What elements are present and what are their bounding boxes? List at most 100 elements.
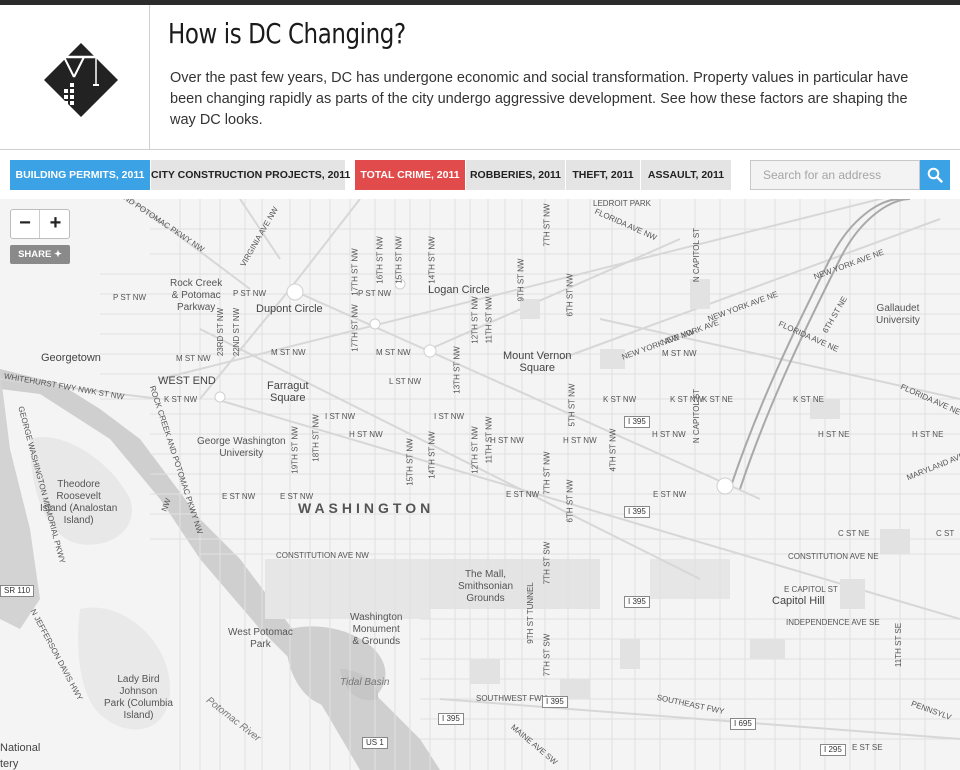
search-button[interactable] <box>920 160 950 190</box>
street-label: 23RD ST NW <box>216 307 226 357</box>
cemetery-label: tery <box>0 758 19 770</box>
gwu-label: George Washington University <box>197 436 286 459</box>
crane-building-logo-icon <box>44 43 118 117</box>
street-label: 11TH ST NW <box>484 296 494 344</box>
street-label: H ST NE <box>912 430 944 439</box>
street-label: E ST SE <box>852 743 883 752</box>
street-label: P ST NW <box>113 293 147 302</box>
street-label: K ST NW <box>603 395 637 404</box>
interstate-shield: I 395 <box>624 596 650 608</box>
west-end-label: WEST END <box>158 375 216 387</box>
street-label: 6TH ST NW <box>565 479 575 523</box>
street-label: P ST NW <box>358 289 392 298</box>
washington-label: WASHINGTON <box>298 500 435 516</box>
street-label: SOUTHWEST FWY <box>476 694 547 703</box>
interstate-shield: I 395 <box>624 506 650 518</box>
layer-tabs: BUILDING PERMITS, 2011 CITY CONSTRUCTION… <box>0 150 960 199</box>
georgetown-label: Georgetown <box>41 352 101 364</box>
street-label: N CAPITOL ST <box>692 388 702 444</box>
dupont-circle-label: Dupont Circle <box>256 303 323 315</box>
street-label: L ST NW <box>389 377 422 386</box>
capitol-hill-label: Capitol Hill <box>772 595 825 607</box>
street-label: P ST NW <box>233 289 267 298</box>
gallaudet-label: Gallaudet University <box>876 303 920 326</box>
street-label: 7TH ST NW <box>542 203 552 247</box>
the-mall-label: The Mall, Smithsonian Grounds <box>458 569 514 604</box>
street-label: K ST NW <box>164 395 198 404</box>
tab-building-permits[interactable]: BUILDING PERMITS, 2011 <box>10 160 150 190</box>
street-label: 6TH ST NW <box>565 273 575 317</box>
interstate-shield: I 295 <box>820 744 846 756</box>
street-label: H ST NW <box>563 436 597 445</box>
street-label: I ST NW <box>434 412 465 421</box>
street-label: 12TH ST NW <box>470 426 480 474</box>
street-label: E ST NW <box>280 492 314 501</box>
street-label: 15TH ST NW <box>394 236 404 284</box>
street-label: 14TH ST NW <box>427 431 437 479</box>
interstate-shield: I 395 <box>438 713 464 725</box>
interstate-shield: I 395 <box>624 416 650 428</box>
street-label: 12TH ST NW <box>470 296 480 344</box>
street-label: 14TH ST NW <box>427 236 437 284</box>
logan-circle-label: Logan Circle <box>428 284 490 296</box>
tab-total-crime[interactable]: TOTAL CRIME, 2011 <box>355 160 465 190</box>
street-label: 7TH ST SW <box>542 633 552 677</box>
search-icon <box>927 167 943 183</box>
logo <box>0 5 150 150</box>
tidal-basin-label: Tidal Basin <box>340 677 390 688</box>
street-label: N CAPITOL ST <box>692 227 702 283</box>
street-label: LEDROIT PARK <box>593 199 651 208</box>
street-label: K ST NE <box>702 395 733 404</box>
street-label: I ST NW <box>325 412 356 421</box>
street-label: 19TH ST NW <box>290 426 300 474</box>
us-route-shield: US 1 <box>362 737 388 749</box>
street-label: 17TH ST NW <box>350 304 360 352</box>
street-label: 7TH ST SW <box>542 541 552 585</box>
street-label: C ST NE <box>838 529 870 538</box>
interstate-shield: I 695 <box>730 718 756 730</box>
street-label: 4TH ST NW <box>608 428 618 472</box>
west-potomac-park-label: West Potomac Park <box>228 627 293 650</box>
street-label: 22ND ST NW <box>232 307 242 357</box>
street-label: E CAPITOL ST <box>784 585 838 594</box>
dc-map[interactable]: WASHINGTON Georgetown WEST END Farragut … <box>0 199 960 770</box>
street-label: M ST NW <box>271 348 306 357</box>
street-label: 9TH ST TUNNEL <box>525 582 535 644</box>
zoom-control: − + <box>10 209 70 239</box>
street-label: INDEPENDENCE AVE SE <box>786 618 880 627</box>
street-label: C ST <box>936 529 955 538</box>
tab-theft[interactable]: THEFT, 2011 <box>566 160 640 190</box>
intro-text: Over the past few years, DC has undergon… <box>170 70 909 128</box>
street-label: 16TH ST NW <box>375 236 385 284</box>
street-label: K ST NE <box>793 395 824 404</box>
street-label: E ST NW <box>653 490 687 499</box>
street-label: CONSTITUTION AVE NE <box>788 552 879 561</box>
street-label: 5TH ST NW <box>567 383 577 427</box>
zoom-in-button[interactable]: + <box>41 210 70 238</box>
street-label: 13TH ST NW <box>452 346 462 394</box>
street-label: CONSTITUTION AVE NW <box>276 551 369 560</box>
tab-construction-projects[interactable]: CITY CONSTRUCTION PROJECTS, 2011 <box>151 160 350 190</box>
national-label: National <box>0 742 41 754</box>
interstate-shield: I 395 <box>542 696 568 708</box>
street-label: M ST NW <box>176 354 211 363</box>
street-label: 17TH ST NW <box>350 248 360 296</box>
street-label: E ST NW <box>222 492 256 501</box>
tab-robberies[interactable]: ROBBERIES, 2011 <box>466 160 565 190</box>
street-label: 11TH ST SE <box>894 622 904 668</box>
street-label: M ST NW <box>662 349 697 358</box>
tab-assault[interactable]: ASSAULT, 2011 <box>641 160 731 190</box>
zoom-out-button[interactable]: − <box>11 210 40 238</box>
street-label: H ST NW <box>652 430 686 439</box>
page-header: How is DC Changing? Over the past few ye… <box>0 5 960 150</box>
street-label: 15TH ST NW <box>405 438 415 486</box>
share-button[interactable]: SHARE ✦ <box>10 245 70 264</box>
street-label: H ST NE <box>818 430 850 439</box>
mount-vernon-label: Mount Vernon Square <box>503 350 572 374</box>
street-label: 7TH ST NW <box>542 451 552 495</box>
page-title: How is DC Changing? <box>168 17 406 50</box>
street-label: H ST NW <box>349 430 383 439</box>
street-label: 18TH ST NW <box>311 414 321 462</box>
address-search-input[interactable] <box>750 160 920 190</box>
lady-bird-johnson-label: Lady Bird Johnson Park (Columbia Island) <box>104 674 173 721</box>
